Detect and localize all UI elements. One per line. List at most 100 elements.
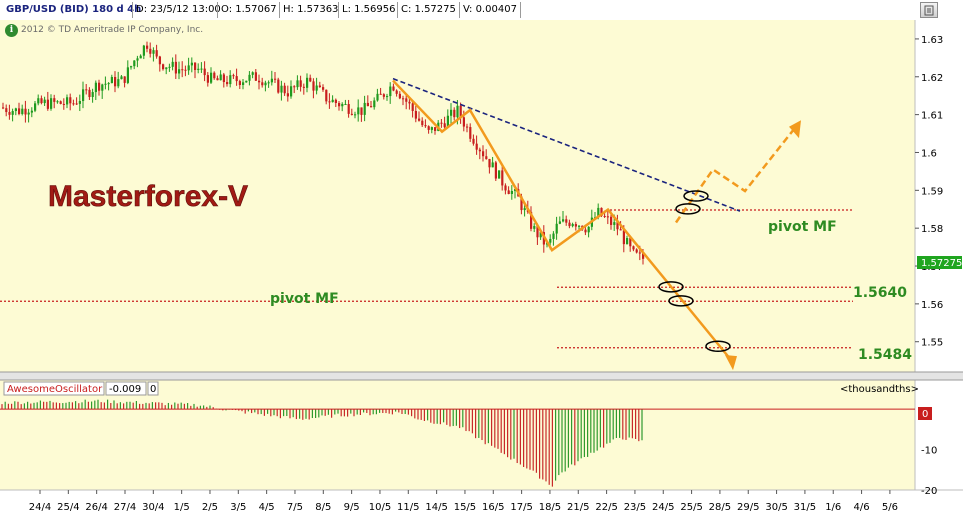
candle-body <box>168 66 171 68</box>
candle-body <box>366 102 369 107</box>
time-tick-label: 21/5 <box>567 502 589 513</box>
candle-body <box>504 185 507 191</box>
candle-body <box>123 76 126 83</box>
open-label: O: 1.57067 <box>221 4 277 15</box>
price-tick-label: 1.58 <box>921 224 943 235</box>
candle-body <box>213 72 216 79</box>
candle-body <box>315 85 318 91</box>
candle-body <box>299 80 302 87</box>
current-price-badge: 1.57275 <box>917 256 962 269</box>
oscillator-panel <box>0 380 915 490</box>
time-tick-label: 1/5 <box>174 502 190 513</box>
candle-body <box>344 104 347 106</box>
candle-body <box>53 98 56 102</box>
candle-body <box>456 105 459 118</box>
restore-icon <box>924 5 934 16</box>
price-tick-label: 1.56 <box>921 300 943 311</box>
candle-body <box>360 107 363 115</box>
candle-body <box>152 50 155 54</box>
candle-body <box>450 109 453 116</box>
candle-body <box>142 45 145 56</box>
candle-body <box>395 90 398 94</box>
price-tick-label: 1.59 <box>921 186 943 197</box>
candle-body <box>91 92 94 98</box>
time-tick-label: 8/5 <box>315 502 331 513</box>
candle-body <box>117 79 120 87</box>
candle-body <box>363 102 366 115</box>
watermark-label: Masterforex-V <box>48 180 248 213</box>
candle-body <box>565 219 568 223</box>
candle-body <box>216 78 219 81</box>
header-separator <box>338 2 339 18</box>
candle-body <box>197 68 200 70</box>
time-tick-label: 15/5 <box>454 502 476 513</box>
candle-body <box>408 101 411 104</box>
candle-body <box>635 249 638 253</box>
low-label: L: 1.56956 <box>342 4 396 15</box>
candle-body <box>171 61 174 67</box>
candle-body <box>104 83 107 85</box>
candle-body <box>114 76 117 87</box>
window-restore-button[interactable] <box>920 2 938 18</box>
candle-body <box>126 67 129 83</box>
time-tick-label: 7/5 <box>287 502 303 513</box>
time-tick-label: 10/5 <box>369 502 391 513</box>
candle-body <box>242 82 245 85</box>
candle-body <box>219 74 222 81</box>
candle-body <box>270 78 273 83</box>
candle-body <box>555 223 558 234</box>
candle-body <box>472 138 475 144</box>
candle-body <box>350 113 353 115</box>
candle-body <box>606 216 609 218</box>
candle-body <box>229 75 232 85</box>
time-tick-label: 28/5 <box>709 502 731 513</box>
time-tick-label: 17/5 <box>510 502 532 513</box>
close-label: C: 1.57275 <box>401 4 456 15</box>
header-separator <box>397 2 398 18</box>
candle-body <box>110 76 113 84</box>
candle-body <box>251 72 254 75</box>
time-tick-label: 3/5 <box>230 502 246 513</box>
time-tick-label: 9/5 <box>344 502 360 513</box>
candle-body <box>603 215 606 217</box>
ao-zero-label: 0 <box>922 409 928 420</box>
candle-body <box>107 83 110 85</box>
panel-splitter[interactable] <box>0 372 963 380</box>
header-separator <box>217 2 218 18</box>
candle-body <box>379 93 382 95</box>
candle-body <box>277 79 280 93</box>
candle-body <box>283 85 286 94</box>
candle-body <box>475 143 478 150</box>
candle-body <box>478 149 481 152</box>
candle-body <box>421 120 424 126</box>
candle-body <box>62 103 65 105</box>
chart-canvas: 1.631.621.611.61.591.581.571.561.55 -10-… <box>0 0 963 516</box>
volume-label: V: 0.00407 <box>463 4 517 15</box>
time-tick-label: 18/5 <box>539 502 561 513</box>
candle-body <box>43 99 46 104</box>
candle-body <box>501 170 504 186</box>
candle-body <box>424 125 427 127</box>
candle-body <box>206 75 209 83</box>
candle-body <box>155 50 158 57</box>
candle-body <box>69 97 72 104</box>
candle-body <box>507 190 510 195</box>
candle-body <box>210 72 213 83</box>
candle-body <box>280 85 283 93</box>
candle-body <box>306 77 309 88</box>
time-tick-label: 4/6 <box>854 502 870 513</box>
pivot-value-15640: 1.5640 <box>853 285 907 301</box>
time-tick-label: 2/5 <box>202 502 218 513</box>
candle-body <box>59 101 62 104</box>
candle-body <box>238 81 241 85</box>
candle-body <box>178 69 181 74</box>
candle-body <box>584 229 587 233</box>
candle-body <box>491 162 494 168</box>
candle-body <box>82 89 85 102</box>
candle-body <box>334 99 337 104</box>
candle-body <box>293 86 296 88</box>
candle-body <box>40 98 43 104</box>
pivot-value-15484: 1.5484 <box>858 347 912 363</box>
info-icon[interactable]: i <box>5 24 18 37</box>
candle-body <box>139 55 142 59</box>
